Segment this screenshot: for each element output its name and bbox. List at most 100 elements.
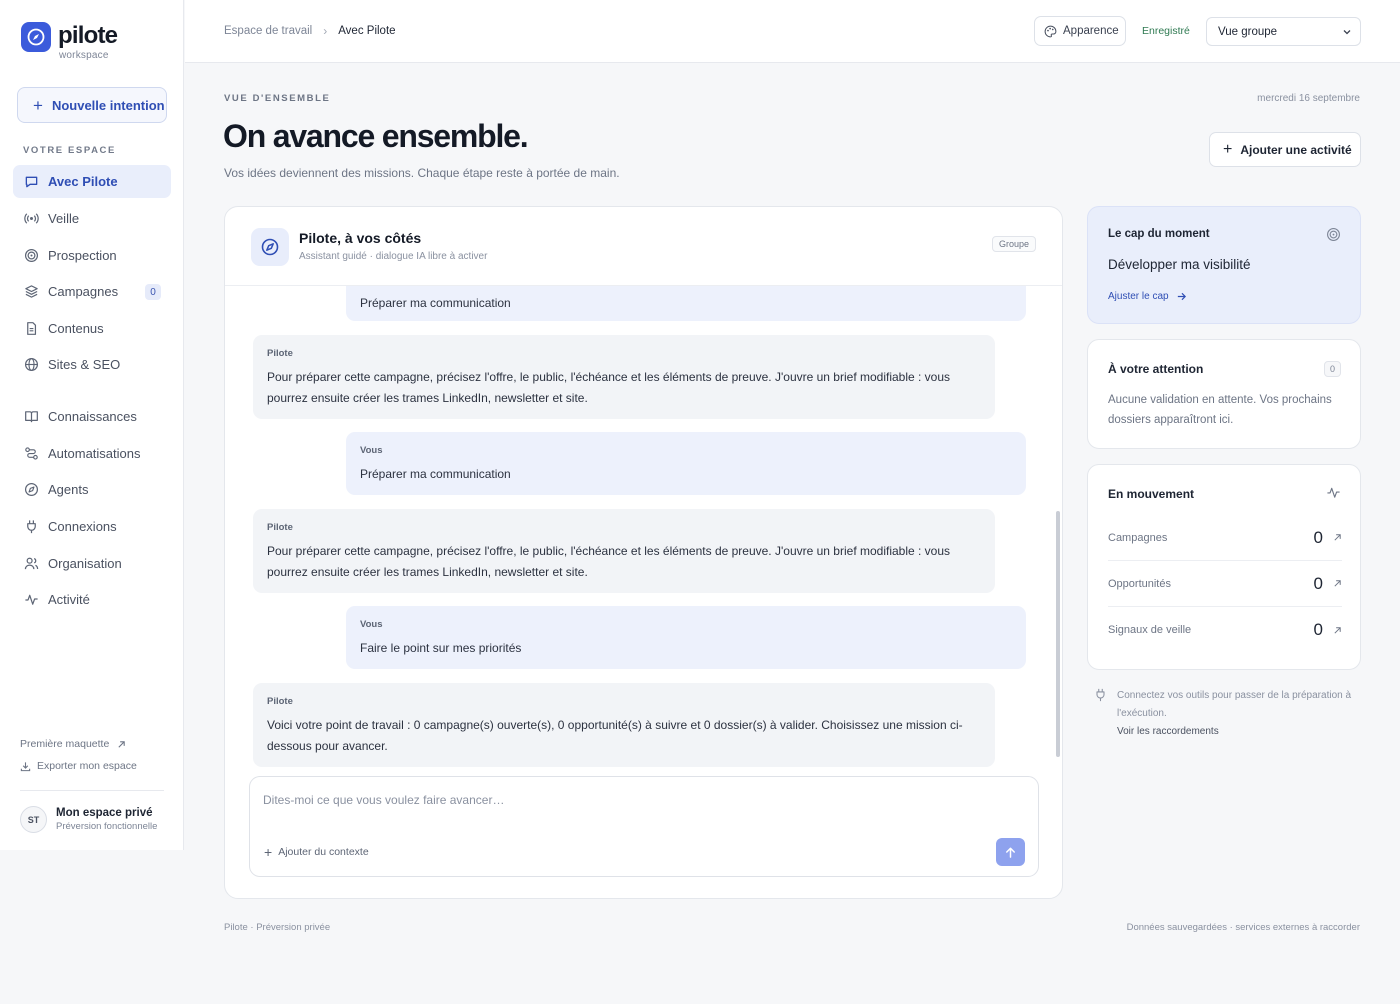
message-assistant: Pilote Voici votre point de travail : 0 … — [253, 683, 995, 767]
goal-title: Le cap du moment — [1108, 228, 1210, 240]
target-icon — [23, 248, 39, 264]
sidebar-item-label: Connexions — [48, 519, 117, 534]
logo[interactable]: pilote workspace — [21, 21, 118, 61]
export-space-link[interactable]: Exporter mon espace — [20, 760, 137, 772]
footer-right: Données sauvegardées · services externes… — [1126, 922, 1360, 933]
sidebar-item-label: Avec Pilote — [48, 174, 118, 189]
compass-icon — [23, 482, 39, 498]
profile-subtitle: Préversion fonctionnelle — [56, 821, 158, 832]
plug-icon — [23, 519, 39, 535]
attention-body: Aucune validation en attente. Vos procha… — [1108, 394, 1332, 426]
chevron-right-icon: › — [323, 24, 328, 38]
globe-icon — [23, 357, 39, 373]
sidebar: pilote workspace + Nouvelle intention VO… — [0, 0, 184, 850]
sidebar-item-connexions[interactable]: Connexions — [13, 510, 171, 543]
sidebar-item-label: Campagnes — [48, 284, 119, 299]
profile-switcher[interactable]: ST Mon espace privé Préversion fonctionn… — [20, 806, 157, 833]
composer: + Ajouter du contexte — [249, 776, 1039, 877]
external-arrow-icon[interactable] — [1333, 533, 1342, 542]
connect-tools-note: Connectez vos outils pour passer de la p… — [1095, 687, 1353, 737]
view-connections-link[interactable]: Voir les raccordements — [1117, 726, 1353, 737]
nav-section-label: VOTRE ESPACE — [23, 145, 116, 156]
add-context-button[interactable]: + Ajouter du contexte — [264, 845, 369, 859]
connect-tools-text: Connectez vos outils pour passer de la p… — [1117, 690, 1352, 719]
message-text: Pour préparer cette campagne, précisez l… — [267, 370, 951, 405]
movement-value: 0 — [1313, 620, 1323, 639]
logo-subtitle: workspace — [59, 50, 109, 61]
sidebar-item-contenus[interactable]: Contenus — [13, 312, 171, 345]
message-list[interactable]: Préparer ma communication Pilote Pour pr… — [225, 286, 1062, 776]
new-intent-button[interactable]: + Nouvelle intention — [17, 87, 167, 123]
breadcrumb-parent[interactable]: Espace de travail — [224, 25, 312, 37]
add-activity-button[interactable]: + Ajouter une activité — [1209, 132, 1361, 167]
campaigns-count-badge: 0 — [145, 284, 161, 300]
sidebar-item-connaissances[interactable]: Connaissances — [13, 400, 171, 433]
sidebar-item-label: Contenus — [48, 321, 104, 336]
adjust-goal-label: Ajuster le cap — [1108, 291, 1169, 302]
plug-icon — [1095, 688, 1106, 737]
export-space-label: Exporter mon espace — [37, 760, 137, 772]
external-arrow-icon[interactable] — [1333, 579, 1342, 588]
movement-row-campagnes[interactable]: Campagnes 0 — [1108, 515, 1342, 561]
compass-icon — [251, 228, 289, 266]
adjust-goal-link[interactable]: Ajuster le cap — [1108, 291, 1187, 302]
breadcrumb-current: Avec Pilote — [338, 25, 396, 37]
chat-title: Pilote, à vos côtés — [299, 230, 422, 246]
sidebar-item-activite[interactable]: Activité — [13, 583, 171, 616]
attention-card: À votre attention 0 Aucune validation en… — [1087, 339, 1361, 449]
message-text: Voici votre point de travail : 0 campagn… — [267, 718, 963, 753]
appearance-button[interactable]: Apparence — [1034, 16, 1126, 46]
message-assistant: Pilote Pour préparer cette campagne, pré… — [253, 335, 995, 419]
page-title: On avance ensemble. — [223, 118, 529, 154]
send-button[interactable] — [996, 838, 1025, 866]
message-author: Pilote — [267, 696, 293, 707]
sidebar-item-label: Prospection — [48, 248, 117, 263]
movement-value: 0 — [1313, 573, 1323, 593]
add-context-label: Ajouter du contexte — [278, 846, 369, 858]
sidebar-item-sites-seo[interactable]: Sites & SEO — [13, 348, 171, 381]
workflow-icon — [23, 446, 39, 462]
radar-icon — [23, 211, 39, 227]
message-author: Pilote — [267, 348, 293, 359]
sidebar-item-campagnes[interactable]: Campagnes 0 — [13, 275, 171, 308]
message-input[interactable] — [263, 790, 1003, 810]
movement-row-signaux[interactable]: Signaux de veille 0 — [1108, 607, 1342, 653]
movement-row-opportunites[interactable]: Opportunités 0 — [1108, 561, 1342, 607]
arrow-up-icon — [1004, 846, 1017, 859]
external-arrow-icon — [117, 740, 126, 749]
compass-logo-icon — [21, 22, 51, 52]
goal-value: Développer ma visibilité — [1108, 257, 1251, 272]
new-intent-label: Nouvelle intention — [51, 97, 165, 113]
appearance-label: Apparence — [1063, 25, 1119, 37]
view-select[interactable]: Vue groupe — [1206, 17, 1361, 46]
chat-panel: Pilote, à vos côtés Assistant guidé · di… — [224, 206, 1063, 899]
first-mockup-label: Première maquette — [20, 738, 110, 750]
chat-subtitle: Assistant guidé · dialogue IA libre à ac… — [299, 251, 488, 262]
message-author: Vous — [360, 619, 383, 630]
chat-mode-badge: Groupe — [991, 236, 1036, 252]
movement-label: Opportunités — [1108, 577, 1171, 590]
message-author: Vous — [360, 445, 383, 456]
topbar: Espace de travail › Avec Pilote Apparenc… — [185, 0, 1400, 63]
pulse-icon — [23, 592, 39, 608]
first-mockup-link[interactable]: Première maquette — [20, 738, 126, 750]
current-date: mercredi 16 septembre — [1257, 93, 1360, 104]
sidebar-item-prospection[interactable]: Prospection — [13, 239, 171, 272]
message-text: Faire le point sur mes priorités — [360, 641, 522, 655]
external-arrow-icon[interactable] — [1333, 626, 1342, 635]
chevron-down-icon — [1340, 25, 1354, 42]
footer-left: Pilote · Préversion privée — [224, 922, 331, 933]
sidebar-item-organisation[interactable]: Organisation — [13, 547, 171, 580]
sidebar-item-veille[interactable]: Veille — [13, 202, 171, 235]
message-text: Préparer ma communication — [360, 467, 511, 481]
sidebar-item-automatisations[interactable]: Automatisations — [13, 437, 171, 470]
layers-icon — [23, 284, 39, 300]
plus-icon: + — [1223, 140, 1233, 158]
chat-scrollbar[interactable] — [1056, 511, 1060, 757]
sidebar-item-label: Organisation — [48, 556, 122, 571]
sidebar-item-agents[interactable]: Agents — [13, 473, 171, 506]
message-user: Vous Préparer ma communication — [346, 432, 1026, 495]
sidebar-item-avec-pilote[interactable]: Avec Pilote — [13, 165, 171, 198]
movement-card: En mouvement Campagnes 0 Opportunités 0 … — [1087, 464, 1361, 670]
movement-label: Signaux de veille — [1108, 624, 1192, 636]
